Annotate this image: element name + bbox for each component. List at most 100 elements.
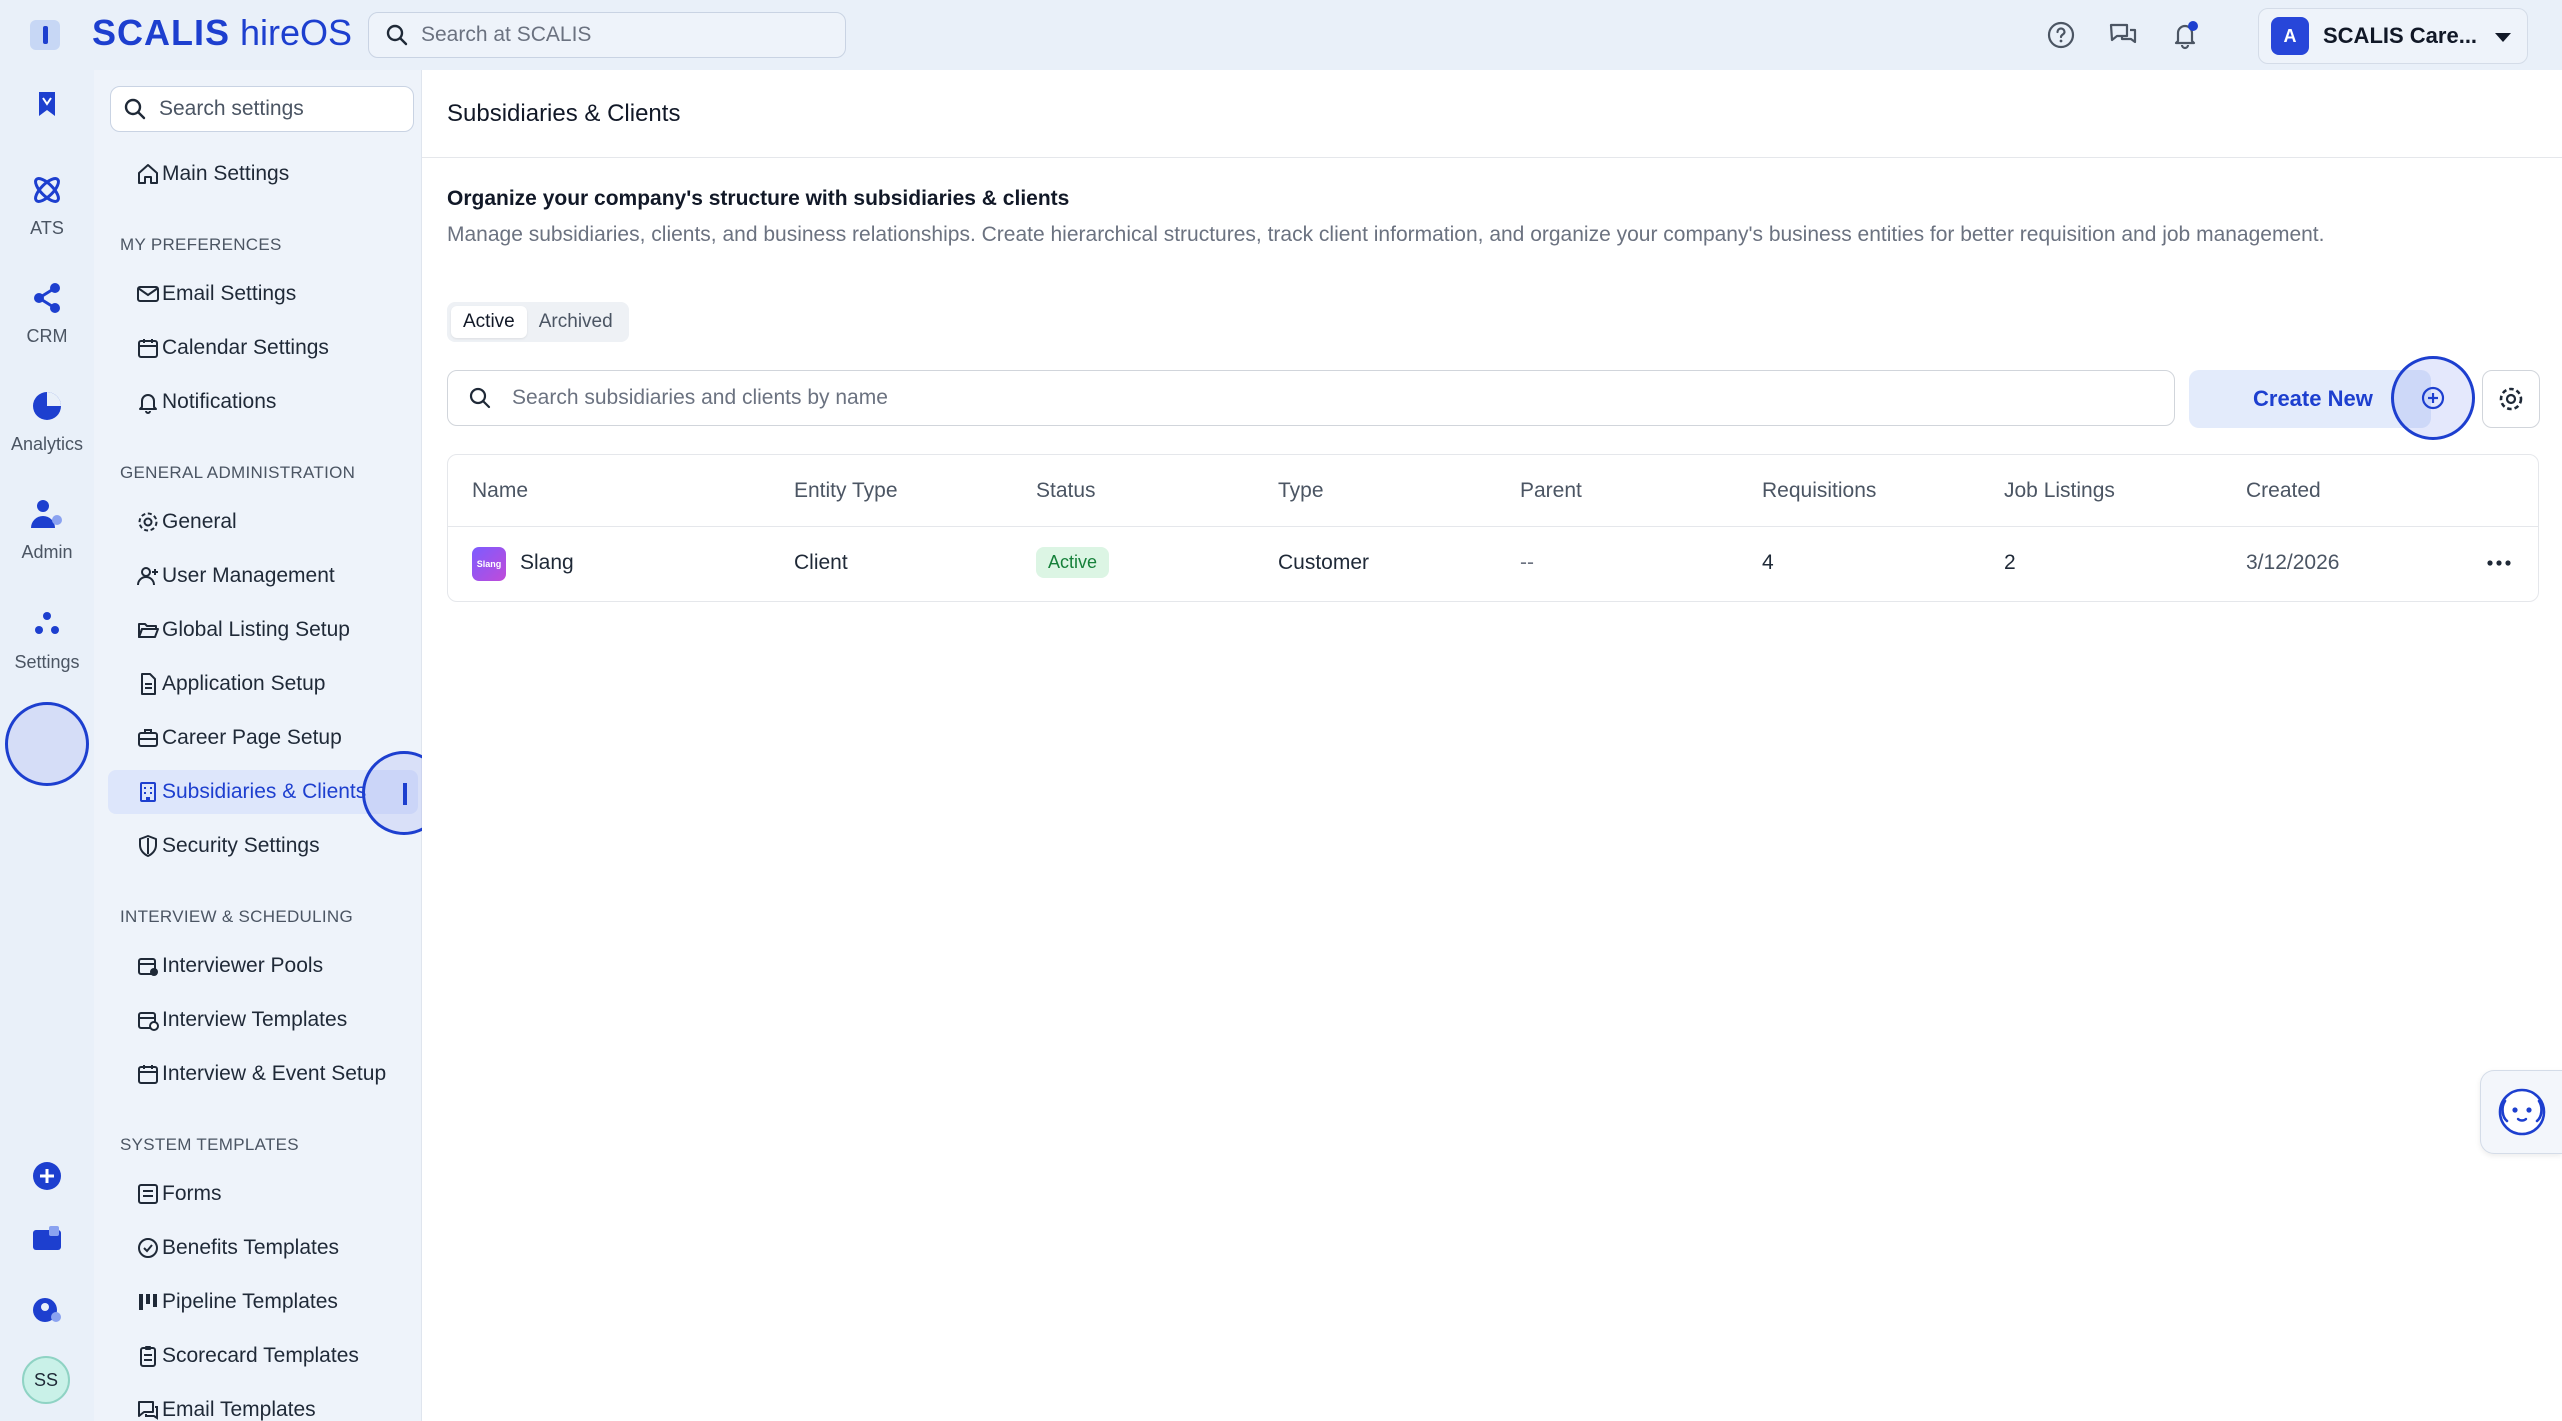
sidebar-item-interview-templates[interactable]: Interview Templates (108, 998, 418, 1042)
assistant-dog-icon (2498, 1088, 2545, 1136)
rail-label-admin: Admin (21, 542, 73, 562)
sidebar-item-global-listing-setup[interactable]: Global Listing Setup (108, 608, 418, 652)
rail-item-admin[interactable]: Admin (0, 494, 94, 563)
section-heading-preferences: MY PREFERENCES (120, 235, 282, 254)
account-switcher[interactable]: A SCALIS Care... (2258, 8, 2528, 64)
sidebar-item-user-management[interactable]: User Management (108, 554, 418, 598)
section-heading-interview: INTERVIEW & SCHEDULING (120, 907, 353, 926)
user-avatar[interactable]: SS (22, 1356, 70, 1404)
sidebar-item-interviewer-pools[interactable]: Interviewer Pools (108, 944, 418, 988)
column-header-job-listings[interactable]: Job Listings (2004, 479, 2115, 503)
sidebar-item-benefits-templates[interactable]: Benefits Templates (108, 1226, 418, 1270)
column-header-created[interactable]: Created (2246, 479, 2321, 503)
network-icon (34, 283, 60, 313)
account-name: SCALIS Care... (2323, 23, 2478, 48)
rail-label-analytics: Analytics (10, 434, 84, 454)
cell-job-listings: 2 (2004, 551, 2016, 574)
inbox-icon (33, 1226, 61, 1250)
column-header-name[interactable]: Name (472, 479, 528, 503)
sidebar-toggle-icon[interactable] (30, 20, 60, 50)
sidebar-item-main-settings[interactable]: Main Settings (108, 152, 418, 196)
section-heading-admin: GENERAL ADMINISTRATION (120, 463, 356, 482)
sidebar-item-general[interactable]: General (108, 500, 418, 544)
chat-icon (138, 1401, 158, 1420)
rail-profile-settings-button[interactable] (0, 1290, 94, 1338)
sidebar-item-label: Interviewer Pools (162, 954, 324, 977)
column-header-requisitions[interactable]: Requisitions (1762, 479, 1876, 503)
brand-name: SCALIS (92, 12, 231, 53)
sidebar-item-email-templates[interactable]: Email Templates (108, 1388, 418, 1421)
sidebar-item-label: General (162, 510, 237, 533)
sidebar-item-notifications[interactable]: Notifications (108, 380, 418, 424)
search-icon (386, 24, 408, 46)
assistant-button[interactable] (2480, 1070, 2562, 1154)
building-icon (140, 782, 156, 802)
sidebar-item-pipeline-templates[interactable]: Pipeline Templates (108, 1280, 418, 1324)
sidebar-item-label: Calendar Settings (162, 336, 329, 359)
sidebar-item-label: User Management (162, 564, 335, 587)
sidebar-item-label: Email Templates (162, 1398, 316, 1421)
search-icon (124, 98, 146, 120)
help-icon[interactable] (2044, 18, 2078, 52)
column-header-entity-type[interactable]: Entity Type (794, 479, 898, 503)
sidebar-item-career-page-setup[interactable]: Career Page Setup (108, 716, 418, 760)
notifications-bell-icon[interactable] (2168, 18, 2202, 52)
sidebar-item-label: Notifications (162, 390, 277, 413)
rail-add-button[interactable] (0, 1156, 94, 1204)
search-icon (469, 387, 491, 409)
account-logo: A (2271, 17, 2309, 55)
sidebar-item-calendar-settings[interactable]: Calendar Settings (108, 326, 418, 370)
plus-circle-icon (33, 1162, 61, 1190)
create-plus-icon[interactable] (2391, 356, 2475, 440)
entity-search-input[interactable]: Search subsidiaries and clients by name (447, 370, 2175, 426)
atom-icon (34, 177, 60, 203)
bookmark-icon (39, 92, 55, 116)
rail-item-analytics[interactable]: Analytics (0, 386, 94, 455)
app-logo[interactable]: SCALIS hireOS (92, 12, 352, 54)
rail-item-ats[interactable]: ATS (0, 170, 94, 239)
main-content: Subsidiaries & Clients Organize your com… (422, 70, 2562, 1421)
rail-inbox-button[interactable] (0, 1220, 94, 1268)
rail-item-jobs[interactable] (0, 84, 94, 132)
entities-table: Name Entity Type Status Type Parent Requ… (447, 454, 2539, 602)
cell-created: 3/12/2026 (2246, 551, 2340, 574)
sidebar-item-interview-event-setup[interactable]: Interview & Event Setup (108, 1052, 418, 1096)
pie-chart-icon (33, 392, 61, 420)
sidebar-item-security-settings[interactable]: Security Settings (108, 824, 418, 868)
cell-name[interactable]: Slang (520, 551, 574, 575)
tab-archived[interactable]: Archived (527, 306, 625, 338)
page-header: Subsidiaries & Clients (422, 70, 2562, 158)
status-tabs: Active Archived (447, 302, 629, 342)
column-header-parent[interactable]: Parent (1520, 479, 1582, 503)
global-search-input[interactable]: Search at SCALIS (368, 12, 846, 58)
sidebar-item-label: Pipeline Templates (162, 1290, 338, 1313)
cell-entity-type: Client (794, 551, 848, 574)
more-options-icon[interactable] (2486, 553, 2512, 573)
tab-active[interactable]: Active (451, 306, 527, 338)
settings-search-input[interactable]: Search settings (110, 86, 414, 132)
gear-icon (2499, 387, 2523, 411)
calendar-icon (138, 339, 158, 358)
click-indicator (5, 702, 89, 786)
gear-icon (138, 512, 158, 532)
folder-open-icon (138, 623, 159, 638)
rail-item-settings[interactable]: Settings (0, 604, 94, 673)
sidebar-item-label: Benefits Templates (162, 1236, 340, 1259)
bell-icon (139, 394, 157, 414)
sidebar-item-scorecard-templates[interactable]: Scorecard Templates (108, 1334, 418, 1378)
rail-item-crm[interactable]: CRM (0, 278, 94, 347)
status-badge: Active (1036, 547, 1110, 578)
intro-title: Organize your company's structure with s… (447, 187, 1070, 210)
kanban-icon (139, 1294, 157, 1310)
check-badge-icon (138, 1238, 158, 1258)
sidebar-item-forms[interactable]: Forms (108, 1172, 418, 1216)
column-header-status[interactable]: Status (1036, 479, 1096, 503)
table-row[interactable]: Slang Slang Client Active Customer -- 4 … (448, 527, 2538, 601)
table-settings-button[interactable] (2482, 370, 2540, 428)
document-icon (141, 673, 156, 695)
sidebar-item-application-setup[interactable]: Application Setup (108, 662, 418, 706)
column-header-type[interactable]: Type (1278, 479, 1324, 503)
messages-icon[interactable] (2106, 18, 2140, 52)
sidebar-item-email-settings[interactable]: Email Settings (108, 272, 418, 316)
sidebar-item-label: Scorecard Templates (162, 1344, 359, 1367)
